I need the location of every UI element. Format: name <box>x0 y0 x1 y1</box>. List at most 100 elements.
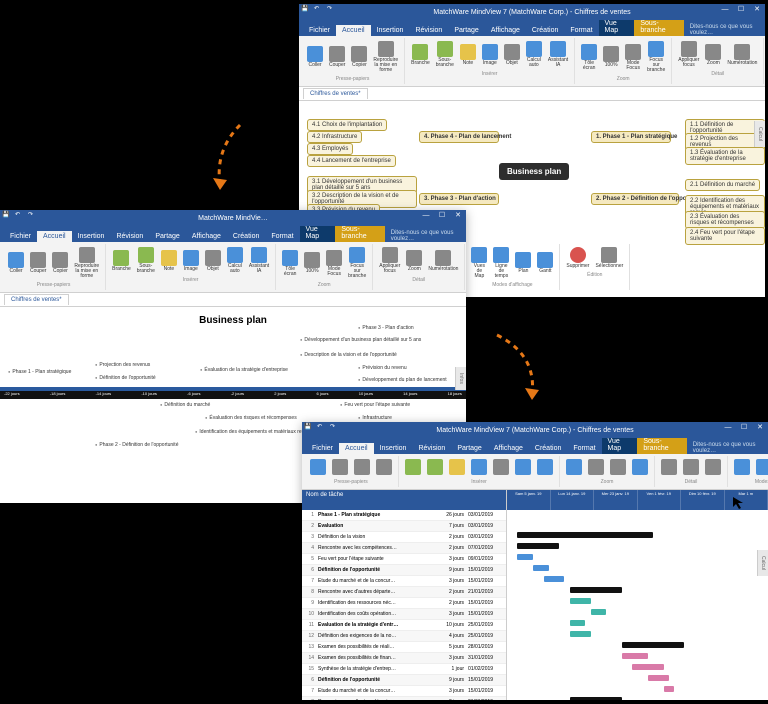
gantt-row[interactable]: 8Rencontre avec d'autres départe…2 jours… <box>302 697 506 700</box>
numbering-button[interactable]: Numérotation <box>725 43 759 67</box>
timeline-button[interactable]: Ligne de temps <box>491 246 511 280</box>
image-button[interactable]: Image <box>181 249 201 273</box>
tell-me-search[interactable]: Dites-nous ce que vous voulez… <box>693 442 768 454</box>
zoom100-button[interactable]: 100% <box>601 45 621 69</box>
zoom-button[interactable]: Zoom <box>404 249 424 273</box>
timeline-item[interactable]: Phase 1 - Plan stratégique <box>8 369 71 375</box>
side-panel-tab[interactable]: Calcul <box>754 121 765 147</box>
mindmap-node[interactable]: 4.1 Choix de l'implantation <box>307 119 387 131</box>
timeline-item[interactable]: Définition de l'opportunité <box>95 375 156 381</box>
tell-me-search[interactable]: Dites-nous ce que vous voulez… <box>690 24 765 36</box>
branch-button[interactable] <box>403 458 423 477</box>
paste-button[interactable]: Coller <box>305 45 325 69</box>
phase2-header[interactable]: 2. Phase 2 - Définition de l'opportunité <box>591 193 679 205</box>
copy-button[interactable]: Copier <box>349 45 369 69</box>
gantt-row[interactable]: 4Rencontre avec les compétences…2 jours0… <box>302 543 506 554</box>
subbranch-button[interactable]: Sous-branche <box>434 40 456 69</box>
copy-button[interactable] <box>352 458 372 477</box>
object-button[interactable]: Objet <box>203 249 223 273</box>
close-icon[interactable]: ✕ <box>452 210 464 222</box>
timeline-item[interactable]: Phase 2 - Définition de l'opportunité <box>95 442 178 448</box>
focus-button[interactable]: Focus sur branche <box>346 246 368 280</box>
delete-button[interactable]: Supprimer <box>564 246 591 270</box>
view-map-button[interactable]: Vues de Map <box>469 246 489 280</box>
numbering-button[interactable]: Numérotation <box>426 249 460 273</box>
branch-button[interactable]: Branche <box>409 43 432 67</box>
maximize-icon[interactable]: ☐ <box>738 422 750 434</box>
gantt-button[interactable]: Gantt <box>535 251 555 275</box>
view-map-button[interactable] <box>732 458 752 477</box>
ribbon-tab-partage[interactable]: Partage <box>448 25 485 36</box>
maximize-icon[interactable]: ☐ <box>735 4 747 16</box>
gantt-row[interactable]: 2Évaluation7 jours03/01/2019 <box>302 521 506 532</box>
object-button[interactable] <box>491 458 511 477</box>
view-tab[interactable]: Vue Map <box>300 224 336 242</box>
gantt-row[interactable]: 9Identification des ressources néc…2 jou… <box>302 598 506 609</box>
timeline-item[interactable]: Identification des équipements et matéri… <box>195 429 311 435</box>
fullscreen-button[interactable]: Tôle écran <box>280 249 300 278</box>
ribbon-tab-insertion[interactable]: Insertion <box>72 231 111 242</box>
note-button[interactable] <box>447 458 467 477</box>
fullscreen-button[interactable] <box>564 458 584 477</box>
ribbon-tab-insertion[interactable]: Insertion <box>374 443 413 454</box>
timeline-item[interactable]: Évaluation des risques et récompenses <box>205 415 297 421</box>
mode-focus-button[interactable]: Mode Focus <box>623 43 643 72</box>
document-tab[interactable]: Chiffres de ventes* <box>303 88 368 99</box>
gantt-row[interactable]: 7Étude du marché et de la concur…3 jours… <box>302 576 506 587</box>
mode-focus-button[interactable]: Mode Focus <box>324 249 344 278</box>
save-icon[interactable]: 💾 <box>2 210 12 220</box>
gantt-row[interactable]: 3Définition de la vision2 jours03/01/201… <box>302 532 506 543</box>
gantt-bar[interactable] <box>517 543 559 549</box>
ribbon-tab-format[interactable]: Format <box>265 231 299 242</box>
ribbon-tab-format[interactable]: Format <box>567 443 601 454</box>
phase4-header[interactable]: 4. Phase 4 - Plan de lancement <box>419 131 499 143</box>
save-icon[interactable]: 💾 <box>304 422 314 432</box>
ribbon-tab-affichage[interactable]: Affichage <box>186 231 227 242</box>
undo-icon[interactable]: ↶ <box>317 422 327 432</box>
smartcalc-button[interactable] <box>513 458 533 477</box>
timeline-item[interactable]: Définition du marché <box>160 402 210 408</box>
ribbon-tab-création[interactable]: Création <box>529 443 567 454</box>
mindmap-node[interactable]: 2.1 Définition du marché <box>685 179 760 191</box>
side-panel-tab[interactable]: Infos <box>455 367 466 390</box>
gantt-row[interactable]: 13Examen des possibilités de réali…5 jou… <box>302 642 506 653</box>
ribbon-tab-fichier[interactable]: Fichier <box>4 231 37 242</box>
subbranch-button[interactable]: Sous-branche <box>135 246 157 275</box>
mindmap-node[interactable]: 4.4 Lancement de l'entreprise <box>307 155 396 167</box>
timeline-item[interactable]: Infrastructure <box>358 415 392 421</box>
ribbon-tab-création[interactable]: Création <box>227 231 265 242</box>
gantt-row[interactable]: 8Rencontre avec d'autres départe…2 jours… <box>302 587 506 598</box>
image-button[interactable]: Image <box>480 43 500 67</box>
assistant-button[interactable]: Assistant IA <box>546 40 570 69</box>
ribbon-tab-accueil[interactable]: Accueil <box>37 231 72 242</box>
smartcalc-button[interactable]: Calcul auto <box>524 40 544 69</box>
gantt-bar[interactable] <box>632 664 663 670</box>
assistant-button[interactable]: Assistant IA <box>247 246 271 275</box>
mindmap-node[interactable]: 2.4 Feu vert pour l'étape suivante <box>685 227 765 245</box>
gantt-canvas[interactable]: Nom de tâche 1Phase 1 - Plan stratégique… <box>302 490 768 700</box>
image-button[interactable] <box>469 458 489 477</box>
redo-icon[interactable]: ↷ <box>330 422 340 432</box>
focus-button[interactable] <box>630 458 650 477</box>
focus-button[interactable]: Focus sur branche <box>645 40 667 74</box>
gantt-bar[interactable] <box>570 631 591 637</box>
timeline-button[interactable] <box>754 458 768 477</box>
branch-button[interactable]: Branche <box>110 249 133 273</box>
timeline-item[interactable]: Description de la vision et de l'opportu… <box>300 352 397 358</box>
copy-button[interactable]: Copier <box>50 251 70 275</box>
gantt-row[interactable]: 12Définition des exigences de la no…4 jo… <box>302 631 506 642</box>
apply-focus-button[interactable]: Appliquer focus <box>377 246 402 275</box>
apply-focus-button[interactable] <box>659 458 679 477</box>
zoom-button[interactable] <box>681 458 701 477</box>
select-button[interactable]: Sélectionner <box>593 246 625 270</box>
minimize-icon[interactable]: — <box>719 4 731 16</box>
apply-focus-button[interactable]: Appliquer focus <box>676 40 701 69</box>
zoom-button[interactable]: Zoom <box>703 43 723 67</box>
object-button[interactable]: Objet <box>502 43 522 67</box>
mindmap-node[interactable]: 1.3 Évaluation de la stratégie d'entrepr… <box>685 147 765 165</box>
phase3-header[interactable]: 3. Phase 3 - Plan d'action <box>419 193 499 205</box>
gantt-table[interactable]: Nom de tâche 1Phase 1 - Plan stratégique… <box>302 490 507 700</box>
timeline-item[interactable]: Projection des revenus <box>95 362 150 368</box>
gantt-row[interactable]: 14Examen des possibilités de finan…3 jou… <box>302 653 506 664</box>
ribbon-tab-fichier[interactable]: Fichier <box>306 443 339 454</box>
